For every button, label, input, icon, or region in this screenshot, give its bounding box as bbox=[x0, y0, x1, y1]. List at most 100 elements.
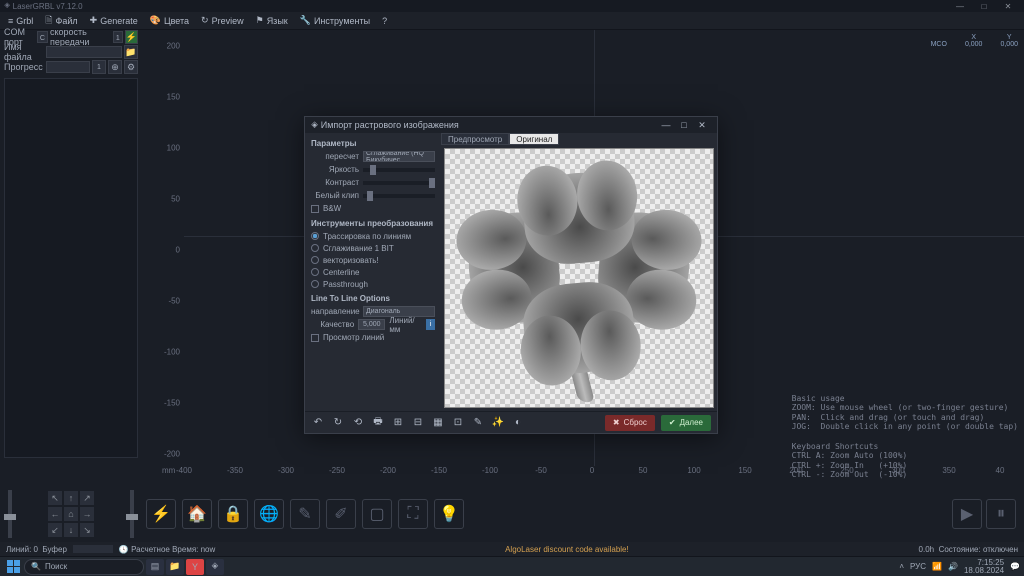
action-button-1[interactable]: 🏠 bbox=[182, 499, 212, 529]
menu-grbl[interactable]: ≡Grbl bbox=[2, 16, 39, 26]
brightness-slider[interactable] bbox=[363, 168, 435, 172]
search-placeholder: Поиск bbox=[45, 562, 67, 571]
dlg-tool-10[interactable]: ◐ bbox=[511, 416, 525, 430]
next-button[interactable]: ✔Далее bbox=[661, 415, 711, 431]
close-button[interactable]: ✕ bbox=[996, 2, 1020, 11]
radio-centerline[interactable]: Centerline bbox=[311, 266, 435, 278]
loop-count[interactable]: 1 bbox=[92, 60, 106, 74]
windows-taskbar: 🔍 Поиск ▤ 📁 Y 🞛 ˄ РУС 📶 🔊 7:15:25 18.08.… bbox=[0, 556, 1024, 576]
dlg-tool-3[interactable]: 🖶 bbox=[371, 416, 385, 430]
tray-chevron-icon[interactable]: ˄ bbox=[899, 562, 904, 571]
contrast-slider[interactable] bbox=[363, 181, 435, 185]
dlg-tool-2[interactable]: ⟲ bbox=[351, 416, 365, 430]
lines-count: Линий: 0 bbox=[6, 545, 38, 554]
jog-home[interactable]: ⌂ bbox=[64, 507, 78, 521]
jog-sw[interactable]: ↙ bbox=[48, 523, 62, 537]
dialog-icon: 🞛 bbox=[311, 120, 318, 131]
radio-passthrough[interactable]: Passthrough bbox=[311, 278, 435, 290]
action-button-5[interactable]: ✐ bbox=[326, 499, 356, 529]
jog-nw[interactable]: ↖ bbox=[48, 491, 62, 505]
quality-input[interactable]: 5,000 bbox=[358, 319, 385, 330]
open-file-button[interactable]: 📁 bbox=[124, 45, 138, 59]
action-button-3[interactable]: 🌐 bbox=[254, 499, 284, 529]
menu-help[interactable]: ? bbox=[376, 16, 393, 26]
menu-generate[interactable]: ✚Generate bbox=[84, 15, 144, 26]
taskbar-search[interactable]: 🔍 Поиск bbox=[24, 559, 144, 575]
notifications-icon[interactable]: 💬 bbox=[1010, 562, 1020, 571]
connect-button[interactable]: ⚡ bbox=[125, 30, 138, 44]
step-slider[interactable] bbox=[130, 490, 134, 538]
jog-se[interactable]: ↘ bbox=[80, 523, 94, 537]
jog-panel: ↖↑↗ ←⌂→ ↙↓↘ bbox=[4, 486, 138, 542]
ruler-x-tick: 100 bbox=[687, 466, 700, 475]
dlg-tool-4[interactable]: ⊞ bbox=[391, 416, 405, 430]
quality-info-button[interactable]: i bbox=[426, 319, 435, 330]
jog-e[interactable]: → bbox=[80, 507, 94, 521]
status-bar: Линий: 0 Буфер 🕓 Расчетное Время: now Al… bbox=[0, 542, 1024, 556]
jog-s[interactable]: ↓ bbox=[64, 523, 78, 537]
dialog-minimize[interactable]: — bbox=[657, 120, 675, 130]
promo-link[interactable]: AlgoLaser discount code available! bbox=[215, 545, 918, 554]
resample-select[interactable]: Сглаживание (HQ Бикубичес bbox=[363, 151, 435, 162]
settings-button[interactable]: ⚙ bbox=[124, 60, 138, 74]
action-button-8[interactable]: 💡 bbox=[434, 499, 464, 529]
tray-lang[interactable]: РУС bbox=[910, 562, 926, 571]
yandex-taskbar-icon[interactable]: Y bbox=[186, 559, 204, 575]
ruler-x-tick: -400 bbox=[176, 466, 192, 475]
dialog-close[interactable]: ✕ bbox=[693, 120, 711, 131]
whiteclip-slider[interactable] bbox=[363, 194, 435, 198]
minimize-button[interactable]: — bbox=[948, 2, 972, 11]
pause-button[interactable]: ⏸ bbox=[986, 499, 1016, 529]
play-button[interactable]: ▶ bbox=[952, 499, 982, 529]
action-button-6[interactable]: ▢ bbox=[362, 499, 392, 529]
dlg-tool-8[interactable]: ✎ bbox=[471, 416, 485, 430]
menu-icon: ↻ bbox=[201, 15, 209, 26]
action-button-7[interactable]: ⛶ bbox=[398, 499, 428, 529]
tab-original[interactable]: Оригинал bbox=[509, 133, 559, 145]
radio-vectorize[interactable]: векторизовать! bbox=[311, 254, 435, 266]
jog-w[interactable]: ← bbox=[48, 507, 62, 521]
dlg-tool-7[interactable]: ⊡ bbox=[451, 416, 465, 430]
dialog-titlebar[interactable]: 🞛 Импорт растрового изображения — □ ✕ bbox=[305, 117, 717, 133]
menu-инструменты[interactable]: 🔧Инструменты bbox=[294, 15, 376, 26]
gcode-list-panel bbox=[4, 78, 138, 458]
wifi-icon[interactable]: 📶 bbox=[932, 562, 942, 571]
ruler-y-tick: -200 bbox=[164, 450, 180, 459]
lasergrbl-taskbar-icon[interactable]: 🞛 bbox=[206, 559, 224, 575]
start-button[interactable] bbox=[4, 559, 22, 575]
baud-select[interactable]: 1 bbox=[113, 31, 123, 43]
dialog-maximize[interactable]: □ bbox=[675, 120, 693, 130]
menu-язык[interactable]: ⚑Язык bbox=[250, 15, 294, 26]
menu-цвета[interactable]: 🎨Цвета bbox=[144, 15, 195, 26]
filename-field[interactable] bbox=[46, 46, 122, 58]
baud-label: скорость передачи bbox=[50, 27, 111, 47]
reset-button[interactable]: ✖Сброс bbox=[605, 415, 655, 431]
target-button[interactable]: ⊕ bbox=[108, 60, 122, 74]
feed-slider[interactable] bbox=[8, 490, 12, 538]
action-button-4[interactable]: ✎ bbox=[290, 499, 320, 529]
volume-icon[interactable]: 🔊 bbox=[948, 562, 958, 571]
radio-line-trace[interactable]: Трассировка по линиям bbox=[311, 230, 435, 242]
bw-checkbox[interactable]: B&W bbox=[311, 202, 435, 215]
dlg-tool-0[interactable]: ↶ bbox=[311, 416, 325, 430]
action-button-0[interactable]: ⚡ bbox=[146, 499, 176, 529]
dlg-tool-1[interactable]: ↻ bbox=[331, 416, 345, 430]
dlg-tool-5[interactable]: ⊟ bbox=[411, 416, 425, 430]
tab-preview[interactable]: Предпросмотр bbox=[441, 133, 509, 145]
task-view-button[interactable]: ▤ bbox=[146, 559, 164, 575]
jog-ne[interactable]: ↗ bbox=[80, 491, 94, 505]
ruler-y-tick: -50 bbox=[168, 297, 180, 306]
bottom-control-strip: ↖↑↗ ←⌂→ ↙↓↘ ⚡🏠🔒🌐✎✐▢⛶💡 ▶⏸ bbox=[4, 486, 1024, 542]
action-button-2[interactable]: 🔒 bbox=[218, 499, 248, 529]
radio-dither[interactable]: Сглаживание 1 BIT bbox=[311, 242, 435, 254]
explorer-taskbar-icon[interactable]: 📁 bbox=[166, 559, 184, 575]
jog-n[interactable]: ↑ bbox=[64, 491, 78, 505]
maximize-button[interactable]: □ bbox=[972, 2, 996, 11]
system-tray[interactable]: ˄ РУС 📶 🔊 7:15:25 18.08.2024 💬 bbox=[899, 559, 1020, 575]
dlg-tool-6[interactable]: ▦ bbox=[431, 416, 445, 430]
ruler-y: 200150100500-50-100-150-200 bbox=[154, 30, 184, 466]
menu-preview[interactable]: ↻Preview bbox=[195, 15, 250, 26]
connection-panel: COM порт C скорость передачи 1 ⚡ Имя фай… bbox=[4, 30, 138, 458]
dlg-tool-9[interactable]: ✨ bbox=[491, 416, 505, 430]
dialog-params-panel: Параметры пересчет Сглаживание (HQ Бикуб… bbox=[305, 133, 441, 411]
